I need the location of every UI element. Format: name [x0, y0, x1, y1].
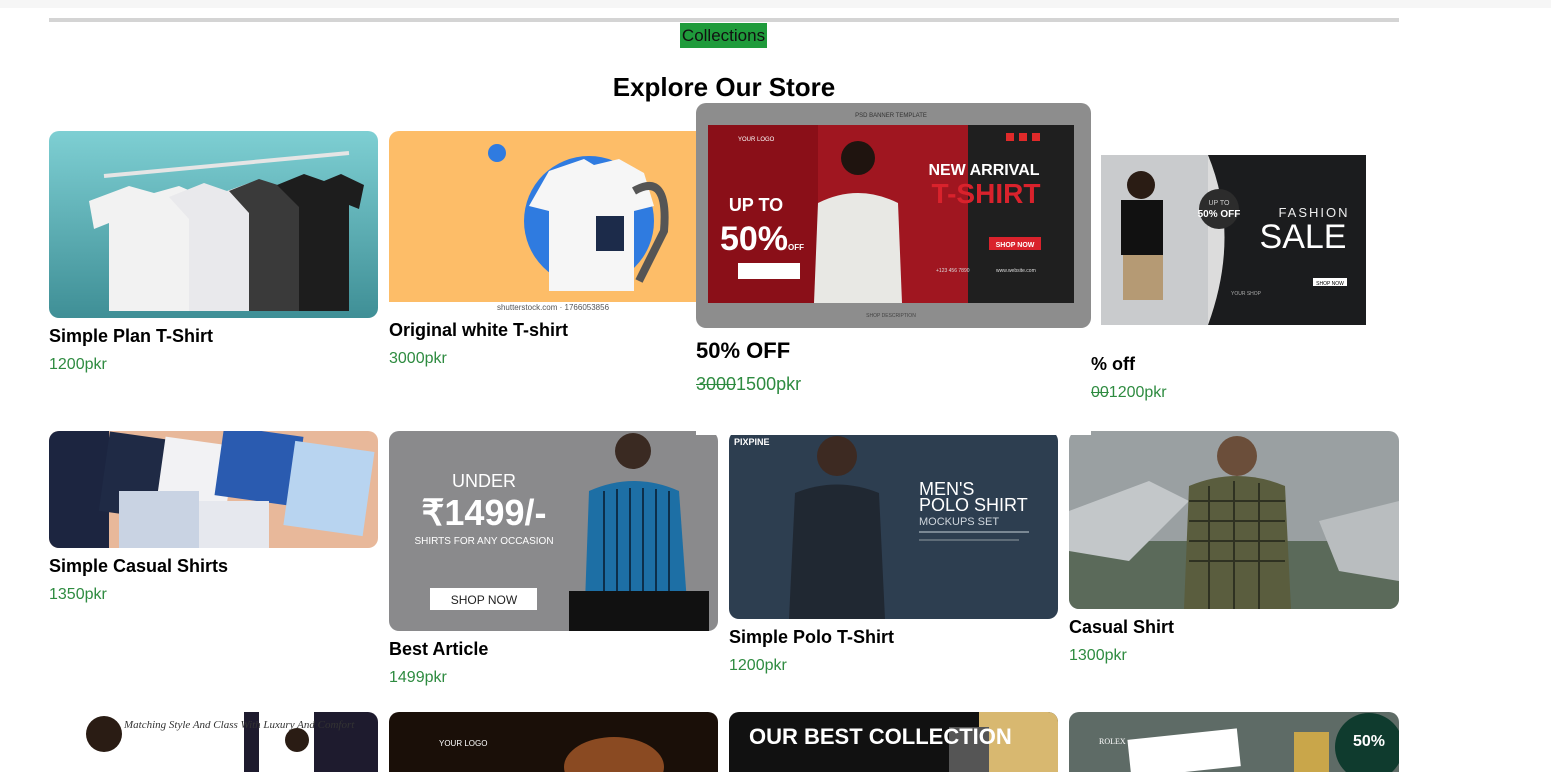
banner-line2: T-SHIRT	[932, 178, 1041, 209]
banner-logo: YOUR LOGO	[738, 137, 775, 143]
product-price: 1499pkr	[389, 669, 447, 686]
product-price: 1350pkr	[49, 586, 107, 603]
product-card[interactable]: shutterstock.com · 1766053856 Original w…	[389, 131, 718, 368]
product-name[interactable]: Original white T-shirt	[389, 320, 718, 341]
product-card[interactable]: PIXPINE MEN'S POLO SHIRT MOCKUPS SET Sim…	[729, 431, 1058, 675]
product-image[interactable]: UNDER ₹1499/- SHIRTS FOR ANY OCCASION SH…	[389, 431, 718, 631]
product-price: 1200pkr	[49, 356, 107, 373]
banner-under: UNDER	[452, 471, 516, 491]
product-price: 3000pkr	[389, 350, 447, 367]
old-price: 00	[1091, 384, 1109, 401]
product-image[interactable]: OUR BEST COLLECTION	[729, 712, 1058, 772]
product-price: 1300pkr	[1069, 647, 1127, 664]
top-bar	[0, 0, 1551, 8]
badge-text: 50% OFF	[1198, 209, 1241, 220]
banner-off: OFF	[788, 243, 804, 252]
banner-l3: MOCKUPS SET	[919, 516, 999, 528]
product-card[interactable]: Casual Shirt 1300pkr	[1069, 431, 1399, 665]
new-price: 1500pkr	[736, 374, 802, 394]
product-name[interactable]: 50% OFF	[696, 338, 1091, 364]
banner-pre: PSD BANNER TEMPLATE	[855, 113, 927, 119]
header-divider	[49, 18, 1399, 22]
product-card[interactable]: Simple Plan T-Shirt 1200pkr	[49, 131, 378, 374]
product-name[interactable]: Best Article	[389, 639, 718, 660]
product-price: 001200pkr	[1091, 384, 1399, 402]
product-price: 1200pkr	[729, 657, 787, 674]
product-name[interactable]: Casual Shirt	[1069, 617, 1399, 638]
banner-cta: SHOP NOW	[1316, 281, 1344, 287]
product-image[interactable]: YOUR LOGO	[389, 712, 718, 772]
banner-sub: SHIRTS FOR ANY OCCASION	[414, 536, 553, 547]
image-watermark: shutterstock.com · 1766053856	[497, 303, 610, 312]
badge-pre: UP TO	[1208, 200, 1230, 207]
banner-phone: +123 456 7890	[936, 268, 970, 274]
product-name[interactable]: Simple Polo T-Shirt	[729, 627, 1058, 648]
product-image[interactable]: Matching Style And Class With Luxury And…	[49, 712, 378, 772]
product-card[interactable]: Simple Casual Shirts 1350pkr	[49, 431, 378, 604]
product-image[interactable]: UP TO 50% OFF FASHION SALE SHOP NOW YOUR…	[1091, 145, 1399, 333]
product-name[interactable]: % off	[1091, 354, 1399, 375]
banner-text: Matching Style And Class With Luxury And…	[123, 719, 355, 731]
product-image[interactable]: PSD BANNER TEMPLATE YOUR LOGO UP TO 50% …	[696, 103, 1091, 328]
product-card-hovered[interactable]: PSD BANNER TEMPLATE YOUR LOGO UP TO 50% …	[696, 103, 1091, 435]
banner-brand: YOUR SHOP	[1231, 291, 1262, 297]
banner-brand: PIXPINE	[734, 437, 770, 447]
product-image[interactable]	[1069, 431, 1399, 609]
banner-cta: SHOP NOW	[451, 593, 518, 607]
product-price: 30001500pkr	[696, 374, 1091, 395]
product-card[interactable]: Matching Style And Class With Luxury And…	[49, 712, 378, 772]
banner-pct: 50%	[720, 220, 788, 258]
product-card[interactable]: OUR BEST COLLECTION	[729, 712, 1058, 772]
product-card[interactable]: UP TO 50% OFF FASHION SALE SHOP NOW YOUR…	[1091, 145, 1399, 402]
new-price: 1200pkr	[1108, 384, 1167, 401]
product-image[interactable]: shutterstock.com · 1766053856	[389, 131, 718, 312]
banner-pct: 50%	[1353, 733, 1385, 750]
product-image[interactable]: 50% ROLEX	[1069, 712, 1399, 772]
product-image[interactable]: PIXPINE MEN'S POLO SHIRT MOCKUPS SET	[729, 431, 1058, 619]
product-name[interactable]: Simple Plan T-Shirt	[49, 326, 378, 347]
collections-link[interactable]: Collections	[680, 23, 767, 48]
product-card[interactable]: YOUR LOGO	[389, 712, 718, 772]
banner-title: OUR BEST COLLECTION	[749, 724, 1012, 749]
banner-amount: ₹1499/-	[422, 492, 547, 533]
section-title: Explore Our Store	[612, 72, 836, 102]
product-card[interactable]: UNDER ₹1499/- SHIRTS FOR ANY OCCASION SH…	[389, 431, 718, 687]
banner-sale: SALE	[1260, 218, 1347, 256]
banner-foot: SHOP DESCRIPTION	[866, 313, 916, 319]
product-card[interactable]: 50% ROLEX	[1069, 712, 1399, 772]
banner-brand: ROLEX	[1099, 737, 1126, 746]
product-image[interactable]	[49, 431, 378, 548]
banner-upto: UP TO	[729, 195, 783, 215]
banner-web: www.website.com	[996, 268, 1036, 274]
banner-line1: NEW ARRIVAL	[928, 162, 1039, 179]
banner-cta: SHOP NOW	[996, 242, 1035, 249]
banner-logo: YOUR LOGO	[439, 739, 487, 748]
product-name[interactable]: Simple Casual Shirts	[49, 556, 378, 577]
product-image[interactable]	[49, 131, 378, 318]
banner-l2: POLO SHIRT	[919, 495, 1028, 515]
old-price: 3000	[696, 374, 737, 394]
